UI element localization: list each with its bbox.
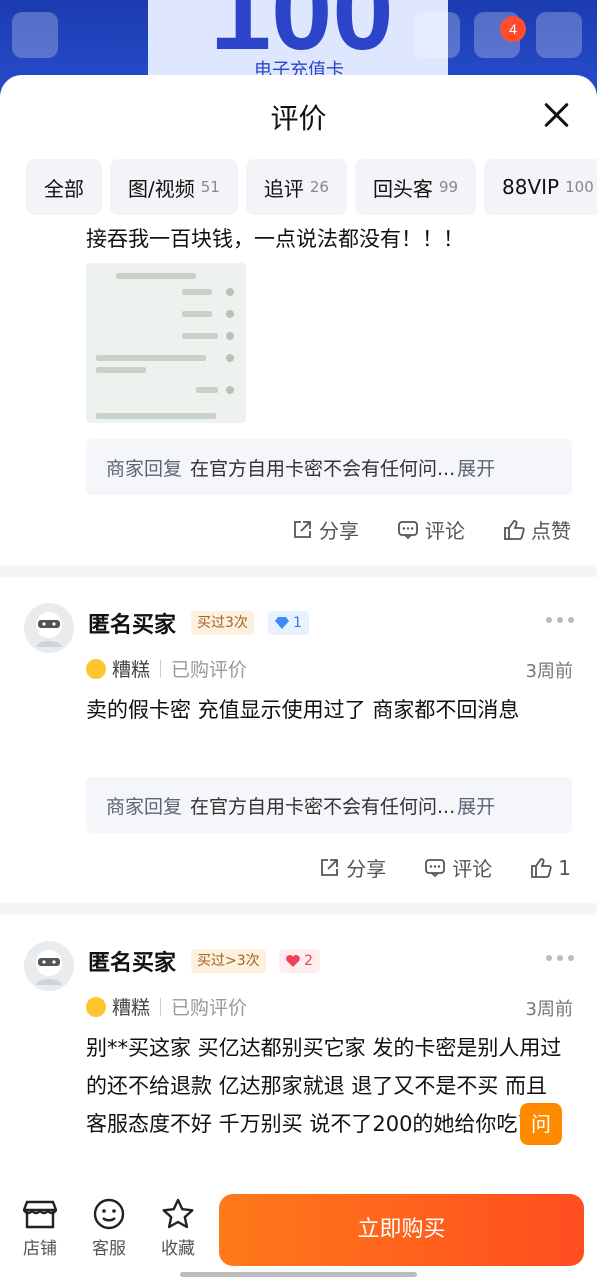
comment-button[interactable]: 评论 bbox=[397, 515, 465, 544]
like-label: 点赞 bbox=[531, 519, 571, 543]
sheet-title: 评价 bbox=[270, 102, 327, 135]
review-meta: 糟糕 已购评价 bbox=[86, 655, 247, 682]
expand-link[interactable]: 展开 bbox=[457, 792, 495, 819]
like-button[interactable]: 点赞 bbox=[503, 515, 571, 544]
share-button[interactable]: 分享 bbox=[318, 853, 386, 882]
level-badge: 1 bbox=[268, 611, 309, 635]
review-meta: 糟糕 已购评价 bbox=[86, 993, 247, 1020]
sad-face-icon bbox=[86, 658, 106, 679]
buy-now-button[interactable]: 立即购买 bbox=[219, 1194, 584, 1266]
cart-badge: 4 bbox=[500, 16, 526, 42]
tab-returning[interactable]: 回头客 99 bbox=[354, 159, 477, 215]
diamond-icon bbox=[275, 617, 289, 629]
share-button[interactable]: 分享 bbox=[291, 515, 359, 544]
level-value: 2 bbox=[304, 953, 313, 969]
merchant-reply[interactable]: 商家回复 在官方自用卡密不会有任何问... 展开 bbox=[86, 439, 572, 495]
review-filter-tabs: 全部 图/视频 51 追评 26 回头客 99 88VIP 100 bbox=[26, 159, 597, 215]
review-photo[interactable] bbox=[86, 263, 246, 423]
reply-label: 商家回复 bbox=[106, 457, 183, 480]
review-time: 3周前 bbox=[525, 661, 573, 682]
tab-label: 88VIP bbox=[502, 175, 560, 199]
bottom-action-bar: 店铺 客服 收藏 立即购买 bbox=[0, 1180, 597, 1280]
reply-text: 在官方自用卡密不会有任何问... bbox=[190, 795, 456, 818]
favorite-button[interactable]: 收藏 bbox=[148, 1198, 208, 1259]
level-value: 1 bbox=[293, 615, 302, 631]
share-label: 分享 bbox=[346, 857, 387, 881]
verified-purchase-label: 已购评价 bbox=[171, 997, 248, 1019]
heart-icon bbox=[286, 955, 300, 967]
like-button[interactable]: 1 bbox=[530, 856, 571, 880]
shop-label: 店铺 bbox=[23, 1239, 57, 1259]
back-button-bg[interactable] bbox=[12, 12, 58, 58]
tab-label: 追评 bbox=[263, 176, 304, 201]
review-time: 3周前 bbox=[525, 999, 573, 1020]
review-actions: 分享 评论 点赞 bbox=[291, 515, 571, 544]
service-label: 客服 bbox=[92, 1239, 126, 1259]
sad-face-icon bbox=[86, 996, 106, 1017]
tab-88vip[interactable]: 88VIP 100 bbox=[484, 159, 597, 215]
divider bbox=[0, 565, 597, 577]
merchant-reply[interactable]: 商家回复 在官方自用卡密不会有任何问... 展开 bbox=[86, 777, 572, 833]
more-button-bg[interactable] bbox=[536, 12, 582, 58]
tab-label: 回头客 bbox=[372, 176, 433, 201]
reply-text: 在官方自用卡密不会有任何问... bbox=[190, 457, 456, 480]
tab-count: 51 bbox=[200, 178, 220, 196]
star-icon bbox=[162, 1198, 194, 1229]
tab-count: 26 bbox=[309, 178, 329, 196]
tab-media[interactable]: 图/视频 51 bbox=[110, 159, 238, 215]
tab-count: 99 bbox=[438, 178, 459, 196]
shop-button[interactable]: 店铺 bbox=[10, 1198, 70, 1259]
purchase-count-badge: 买过3次 bbox=[191, 611, 254, 635]
ask-button[interactable]: 问 bbox=[520, 1103, 562, 1145]
home-indicator bbox=[180, 1272, 417, 1277]
review-list[interactable]: 接吞我一百块钱，一点说法都没有！！！ 商家回复 在官方自用卡密不会有任何问...… bbox=[0, 225, 597, 1180]
close-icon[interactable] bbox=[540, 99, 572, 131]
share-icon bbox=[321, 858, 339, 876]
more-options-icon[interactable] bbox=[546, 617, 574, 623]
comment-label: 评论 bbox=[425, 519, 465, 543]
tab-all[interactable]: 全部 bbox=[26, 159, 102, 215]
comment-label: 评论 bbox=[452, 857, 493, 881]
review-text: 别**买这家 买亿达都别买它家 发的卡密是别人用过的还不给退款 亿达那家就退 退… bbox=[86, 1036, 562, 1136]
comment-button[interactable]: 评论 bbox=[424, 853, 492, 882]
review-sheet: 评价 全部 图/视频 51 追评 26 回头客 99 88VIP 100 接吞我一百块钱… bbox=[0, 75, 597, 1280]
review-text: 接吞我一百块钱，一点说法都没有！！！ bbox=[86, 227, 464, 251]
tab-label: 图/视频 bbox=[128, 176, 195, 201]
share-button-bg[interactable] bbox=[414, 12, 460, 58]
thumb-up-icon bbox=[531, 857, 552, 878]
rating-tag: 糟糕 bbox=[112, 997, 151, 1019]
review-actions: 分享 评论 1 bbox=[318, 853, 571, 882]
comment-icon bbox=[398, 520, 418, 539]
level-badge: 2 bbox=[279, 949, 320, 973]
avatar[interactable] bbox=[24, 603, 74, 653]
like-count: 1 bbox=[558, 855, 571, 880]
shop-icon bbox=[23, 1200, 57, 1229]
tab-followup[interactable]: 追评 26 bbox=[245, 159, 347, 215]
share-icon bbox=[294, 520, 311, 538]
purchase-count-badge: 买过>3次 bbox=[191, 949, 266, 973]
username: 匿名买家 bbox=[88, 951, 177, 976]
rating-tag: 糟糕 bbox=[112, 659, 151, 681]
reply-label: 商家回复 bbox=[106, 795, 183, 818]
customer-service-button[interactable]: 客服 bbox=[79, 1198, 139, 1259]
share-label: 分享 bbox=[319, 519, 359, 543]
service-face-icon bbox=[93, 1198, 125, 1230]
avatar[interactable] bbox=[24, 941, 74, 991]
username: 匿名买家 bbox=[88, 613, 177, 638]
more-options-icon[interactable] bbox=[546, 955, 574, 961]
review-text: 卖的假卡密 充值显示使用过了 商家都不回消息 bbox=[86, 698, 520, 722]
thumb-up-icon bbox=[504, 519, 525, 540]
expand-link[interactable]: 展开 bbox=[457, 454, 495, 481]
favorite-label: 收藏 bbox=[161, 1239, 195, 1259]
verified-purchase-label: 已购评价 bbox=[171, 659, 248, 681]
comment-icon bbox=[425, 858, 446, 877]
divider bbox=[0, 903, 597, 915]
tab-count: 100 bbox=[565, 178, 594, 196]
tab-label: 全部 bbox=[44, 176, 84, 201]
